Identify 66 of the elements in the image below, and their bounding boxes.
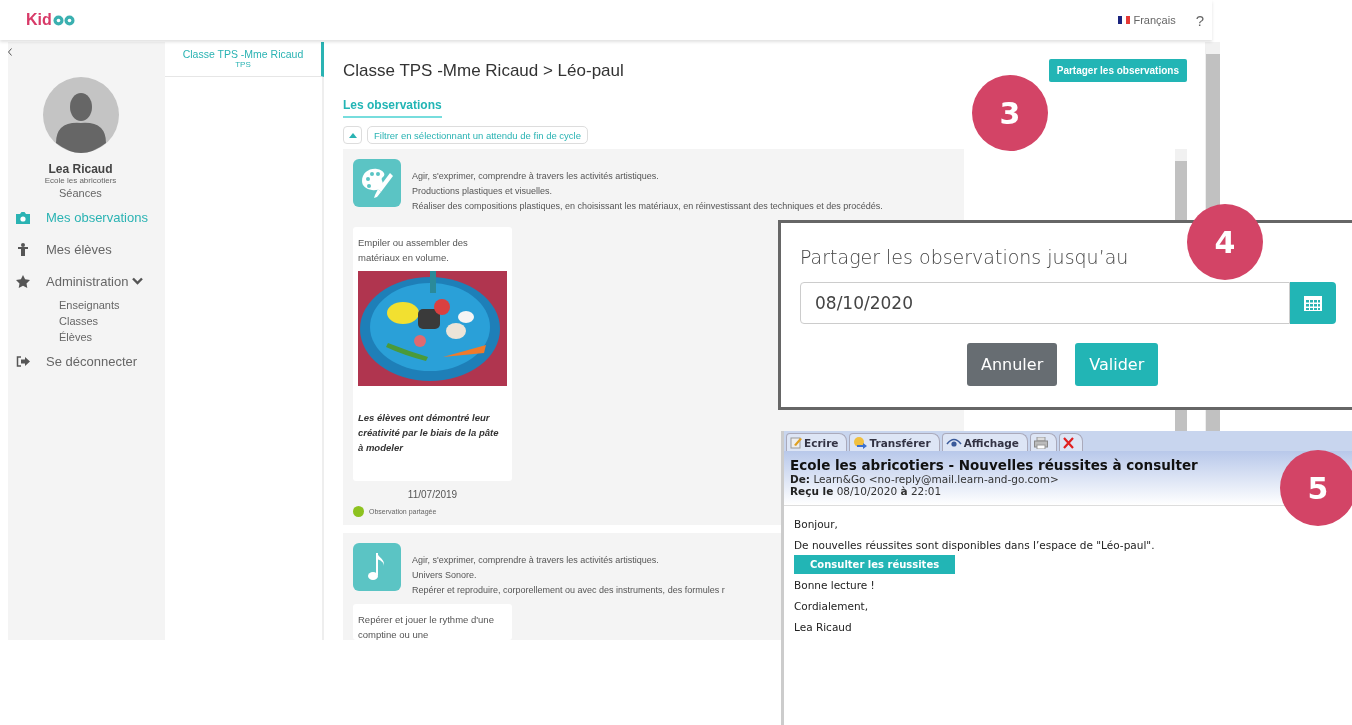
calendar-icon xyxy=(1304,295,1322,311)
observation-date: 11/07/2019 xyxy=(406,489,459,500)
class-title: Classe TPS -Mme Ricaud xyxy=(181,48,305,60)
printer-icon xyxy=(1033,436,1048,449)
dialog-title: Partager les observations jusqu’au xyxy=(800,246,1130,268)
observation-card[interactable]: Repérer et jouer le rythme d'une comptine ou une xyxy=(353,604,512,640)
competency-text: Productions plastiques et visuelles. xyxy=(412,185,554,198)
collapse-button[interactable] xyxy=(343,126,362,144)
logo-eyes-icon xyxy=(52,14,75,26)
cancel-button[interactable]: Annuler xyxy=(967,343,1058,386)
observation-title: Empiler ou assembler des matériaux en volume. xyxy=(358,236,469,265)
email-text: Bonjour, xyxy=(794,518,838,530)
camera-icon xyxy=(15,210,31,224)
email-text: De nouvelles réussites sont disponibles dans l’espace de "Léo-paul". xyxy=(794,539,1155,551)
avatar-icon xyxy=(42,77,119,153)
menu-item[interactable]: Mes élèves xyxy=(46,241,112,257)
competency-text: Agir, s'exprimer, comprendre à travers les activités artistiques. xyxy=(412,170,660,183)
field-label: Reçu le xyxy=(790,485,834,497)
toolbar-tab[interactable] xyxy=(1058,433,1083,451)
sender: Learn&Go <no-reply@mail.learn-and-go.com> xyxy=(813,473,1059,485)
observation-caption: Les élèves ont démontré leur créativité par le biais de la pâte à modeler xyxy=(358,411,500,455)
caret-up-icon xyxy=(348,132,357,138)
menu-item[interactable]: Administration xyxy=(46,273,129,289)
flag-icon xyxy=(1118,16,1131,24)
email-subject: Ecole les abricotiers - Nouvelles réussites à consulter xyxy=(790,457,1199,473)
user-name: Lea Ricaud xyxy=(47,162,114,176)
forward-icon xyxy=(853,436,868,449)
eye-icon xyxy=(945,437,962,448)
music-note-icon xyxy=(353,543,401,591)
observation-card[interactable]: Empiler ou assembler des matériaux en volume. Les élèves ont démontré leur créativité par le biais de la pâte à modeler xyxy=(353,227,512,481)
calendar-button[interactable] xyxy=(1290,282,1336,324)
palette-icon xyxy=(353,159,401,207)
breadcrumb: Classe TPS -Mme Ricaud > Léo-paul xyxy=(343,60,624,81)
school-name: Ecole les abricotiers xyxy=(43,176,118,185)
email-text: Lea Ricaud xyxy=(794,621,852,633)
submenu-item[interactable]: Enseignants xyxy=(59,297,165,313)
language-selector[interactable]: Français xyxy=(1118,14,1176,26)
competency-text: Univers Sonore. xyxy=(412,569,478,582)
chevron-left-icon[interactable] xyxy=(8,48,12,56)
menu-item[interactable]: Séances xyxy=(59,185,165,201)
logout-icon xyxy=(15,355,31,367)
email-text: Bonne lecture ! xyxy=(794,579,875,591)
toolbar-tab[interactable] xyxy=(1029,433,1057,451)
close-icon xyxy=(1062,436,1074,449)
email-text: Cordialement, xyxy=(794,600,869,612)
step-badge: 3 xyxy=(972,75,1048,151)
received-date: 08/10/2020 à 22:01 xyxy=(836,485,942,497)
help-button[interactable]: ? xyxy=(1195,11,1204,29)
observation-title: Repérer et jouer le rythme d'une comptine ou une xyxy=(358,613,495,640)
field-label: De: xyxy=(790,473,811,485)
date-field[interactable]: 08/10/2020 xyxy=(800,282,1290,324)
person-icon xyxy=(15,242,31,256)
competency-text: Repérer et reproduire, corporellement ou avec des instruments, des formules r xyxy=(412,584,725,597)
toolbar-tab[interactable]: Affichage xyxy=(941,433,1028,451)
chevron-down-icon[interactable] xyxy=(132,277,144,285)
toolbar-tab[interactable]: Ecrire xyxy=(786,433,848,451)
class-level: TPS xyxy=(234,60,252,69)
logo: Kid xyxy=(26,11,52,29)
competency-text: Agir, s'exprimer, comprendre à travers les activités artistiques. xyxy=(412,554,660,567)
toolbar-tab[interactable]: Transférer xyxy=(849,433,940,451)
menu-item[interactable]: Se déconnecter xyxy=(46,353,138,369)
star-icon xyxy=(15,274,31,288)
pencil-icon xyxy=(790,436,802,449)
submenu-item[interactable]: Élèves xyxy=(59,329,165,345)
competency-text: Réaliser des compositions plastiques, en choisissant les matériaux, en réinvestissant des techniques et des procédés. xyxy=(412,200,883,213)
submenu-item[interactable]: Classes xyxy=(59,313,165,329)
